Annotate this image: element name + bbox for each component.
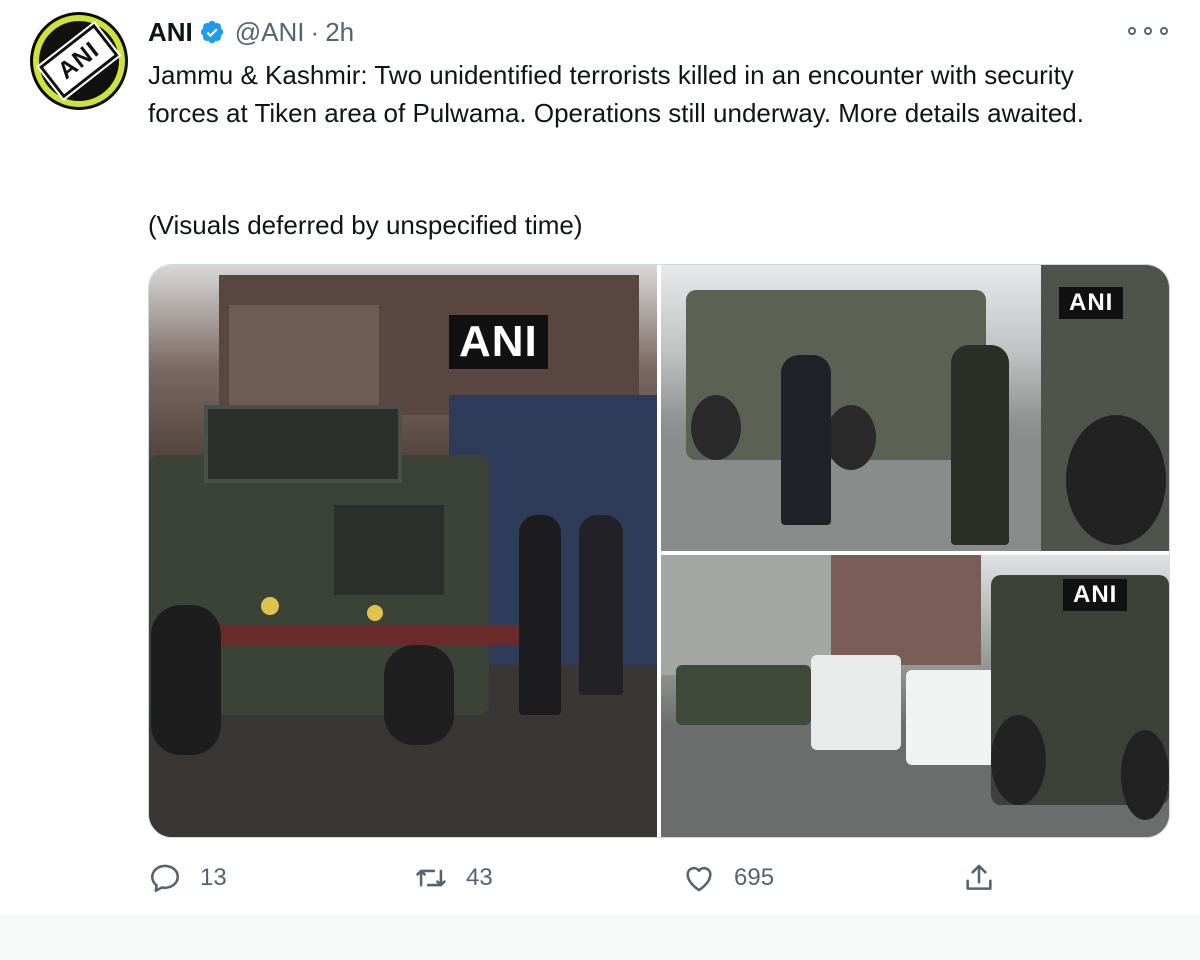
vehicle-wheel <box>151 605 221 755</box>
more-dot <box>1160 27 1168 35</box>
truck-wheel <box>1066 415 1166 545</box>
more-dot <box>1128 27 1136 35</box>
verified-badge-icon <box>200 20 223 44</box>
more-options-icon[interactable] <box>1128 16 1168 46</box>
tweet[interactable]: ANI ANI @ANI · 2h Jammu & Kashmir: Two u… <box>0 0 1200 915</box>
white-van <box>811 655 901 750</box>
ani-watermark: ANI <box>449 315 548 369</box>
share-button[interactable] <box>962 856 996 900</box>
reply-button[interactable]: 13 <box>148 856 227 900</box>
tweet-header: ANI @ANI · 2h <box>148 14 354 50</box>
timeline-below <box>0 916 1200 960</box>
building <box>831 555 981 665</box>
white-van <box>906 670 996 765</box>
vehicle-wheel <box>384 645 454 745</box>
headlight <box>367 605 383 621</box>
media-grid: ANI ANI ANI <box>148 264 1170 838</box>
vehicle-bumper <box>219 625 519 645</box>
reply-icon <box>150 864 180 893</box>
like-count: 695 <box>734 864 775 891</box>
more-dot <box>1144 27 1152 35</box>
like-icon <box>686 866 712 892</box>
tweet-text: Jammu & Kashmir: Two unidentified terror… <box>148 60 1084 128</box>
vehicle-wheel <box>1121 730 1169 820</box>
separator-dot: · <box>310 16 320 47</box>
ani-watermark: ANI <box>1063 579 1128 611</box>
author-name[interactable]: ANI <box>148 17 193 48</box>
retweet-count: 43 <box>466 864 493 891</box>
shop-shutter <box>229 305 379 415</box>
vehicle-grille <box>334 505 444 595</box>
ani-watermark: ANI <box>1059 287 1124 319</box>
reply-count: 13 <box>200 864 227 891</box>
like-button[interactable]: 695 <box>682 856 774 900</box>
photo-left[interactable]: ANI <box>149 265 657 837</box>
retweet-icon <box>416 869 446 887</box>
retweet-button[interactable]: 43 <box>414 856 493 900</box>
photo-bottom-right[interactable]: ANI <box>661 555 1169 837</box>
person <box>579 515 623 695</box>
headlight <box>261 597 279 615</box>
tweet-actions: 13 43 695 <box>148 856 1048 900</box>
vehicle-wheel <box>991 715 1046 805</box>
avatar[interactable]: ANI <box>30 12 128 110</box>
photo-top-right[interactable]: ANI <box>661 265 1169 551</box>
soldier <box>781 355 831 525</box>
person <box>519 515 561 715</box>
share-icon <box>966 864 992 890</box>
tweet-text-secondary: (Visuals deferred by unspecified time) <box>148 210 583 240</box>
author-handle[interactable]: @ANI <box>235 17 305 48</box>
soldier <box>951 345 1009 545</box>
vehicle-wheel <box>826 405 876 470</box>
vehicle-wheel <box>691 395 741 460</box>
tweet-time[interactable]: 2h <box>325 17 354 48</box>
jeep <box>676 665 811 725</box>
vehicle-window <box>204 405 402 483</box>
